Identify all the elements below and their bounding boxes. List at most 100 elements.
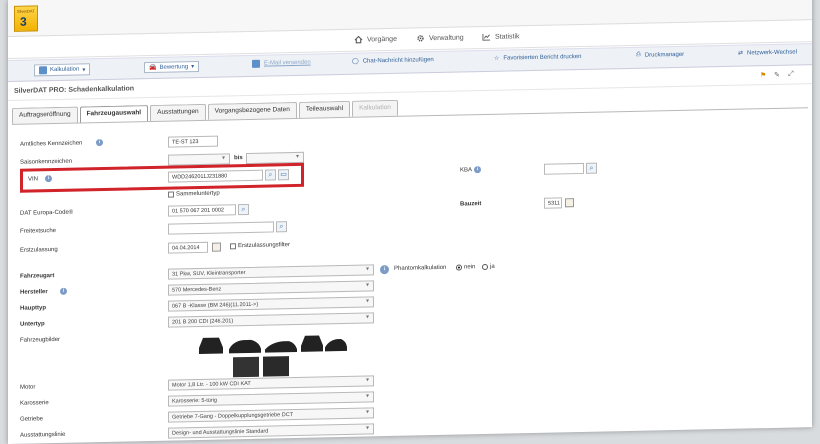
bauzeit-label: Bauzeit [460,201,482,208]
kalkulation-dropdown[interactable]: Kalkulation ▾ [34,63,91,77]
interior-image-1 [233,356,259,378]
vehicle-images[interactable] [197,331,347,380]
erstzulassung-label: Erstzulassung [20,246,58,254]
nav-verwaltung-label: Verwaltung [429,33,464,42]
tab-fahrzeugauswahl[interactable]: Fahrzeugauswahl [79,105,149,123]
chat-icon: ◯ [352,58,359,65]
switch-label: Netzwerk-Wechsel [747,48,797,57]
info-icon[interactable]: i [60,287,67,295]
star-icon: ☆ [494,55,500,62]
mail-button[interactable]: E-Mail versenden [252,59,311,68]
switch-arrows-icon: ⇄ [738,50,744,57]
saison-label: Saisonkennzeichen [20,158,73,166]
phantom-ja-label: ja [490,263,495,270]
calendar-icon[interactable] [212,242,221,252]
saison-bis-label: bis [234,155,243,162]
untertyp-label: Untertyp [20,321,45,328]
tab-auftragseroeffnung[interactable]: Auftragseröffnung [12,106,78,124]
phantom-label: Phantomkalkulation [394,264,447,272]
nav-statistik-label: Statistik [495,32,520,41]
print-button[interactable]: ⎙ Druckmanager [636,51,684,59]
tab-vorgangsbezogene-daten[interactable]: Vorgangsbezogene Daten [207,101,297,120]
motor-label: Motor [20,384,36,391]
phantom-nein-label: nein [464,264,476,271]
haupttyp-label: Haupttyp [20,305,46,312]
calculator-icon [39,66,47,75]
search-icon[interactable]: ⌕ [238,203,249,216]
mail-icon [252,59,260,68]
car-front-image [199,337,223,354]
chart-icon [482,33,491,41]
datcode-label: DAT Europa-Code® [20,209,74,217]
ausstattungslinie-select[interactable]: Design- und Ausstattungslinie Standard [168,423,374,439]
untertyp-select[interactable]: 201 B 200 CDI (246.201) [168,312,374,328]
car-rear-image [301,335,323,352]
favorites-label: Favorisierten Bericht drucken [503,53,582,62]
erstzulassung-input[interactable]: 04.04.2014 [168,241,208,254]
fahrzeugbilder-label: Fahrzeugbilder [20,336,61,344]
chat-label: Chat-Nachricht hinzufügen [362,56,434,65]
mail-label: E-Mail versenden [264,59,311,67]
nav-vorgaenge-label: Vorgänge [367,35,397,43]
sammeluntertyp-label: Sammeluntertyp [176,190,220,198]
info-icon[interactable]: i [474,166,481,174]
vin-highlight-frame [20,162,304,193]
car-side-image-2 [265,341,297,353]
logo-number: 3 [20,14,27,29]
fahrzeugart-select[interactable]: 31 Pkw, SUV, Kleintransporter [168,264,374,280]
search-icon[interactable]: ⌕ [276,221,287,233]
logo-text: SilverDAT [17,8,35,14]
ausstattungslinie-label: Ausstattungslinie [20,431,66,439]
gear-icon [417,35,424,42]
tab-teileauswahl[interactable]: Teileauswahl [298,100,351,118]
car-icon: 🚘 [149,64,157,72]
erstzulassungsfilter-label: Erstzulassungsfilter [238,242,291,250]
kennzeichen-input[interactable]: TE-ST 123 [168,135,218,148]
flag-icon[interactable]: ⚑ [760,71,768,79]
silverdat-logo[interactable]: SilverDAT 3 [14,5,38,32]
info-icon[interactable]: i [96,139,103,147]
title-tools: ⚑ ✎ ⤢ [760,70,796,80]
car-side-image-3 [325,339,347,352]
erstzulassungsfilter-checkbox[interactable] [230,243,236,250]
bewertung-label: Bewertung [159,63,189,71]
haupttyp-select[interactable]: 067 B -Klasse (BM 246)(11.2011->) [168,296,374,312]
nav-statistik[interactable]: Statistik [482,32,520,41]
calendar-icon[interactable] [565,198,574,208]
chevron-down-icon: ▾ [82,66,86,73]
fahrzeugart-label: Fahrzeugart [20,273,55,280]
nav-verwaltung[interactable]: Verwaltung [416,33,464,42]
switch-button[interactable]: ⇄ Netzwerk-Wechsel [738,48,797,57]
pin-icon[interactable]: ✎ [774,71,782,79]
chat-button[interactable]: ◯ Chat-Nachricht hinzufügen [352,56,434,65]
bewertung-dropdown[interactable]: 🚘 Bewertung ▾ [144,60,200,74]
phantom-ja-radio[interactable] [482,263,488,271]
getriebe-label: Getriebe [20,416,44,423]
chevron-down-icon: ▾ [191,64,195,71]
nav-vorgaenge[interactable]: Vorgänge [354,35,397,44]
hersteller-label: Hersteller [20,289,48,296]
expand-icon[interactable]: ⤢ [788,70,796,78]
freitext-label: Freitextsuche [20,227,57,235]
app-window: SilverDAT 3 Vorgänge Verwaltung Statisti… [8,0,812,444]
phantom-nein-radio[interactable] [456,264,462,271]
interior-image-2 [263,356,289,377]
datcode-input[interactable]: 01 570 067 201 0002 [168,204,236,217]
getriebe-select[interactable]: Getriebe 7-Gang - Doppelkupplungsgetrieb… [168,407,374,423]
freitext-input[interactable] [168,221,274,235]
sammeluntertyp-checkbox[interactable] [168,191,174,198]
karosserie-label: Karosserie [20,400,49,407]
kba-label: KBA [460,167,473,174]
page-title: SilverDAT PRO: Schadenkalkulation [14,85,135,95]
favorites-button[interactable]: ☆ Favorisierten Bericht drucken [494,53,582,62]
tab-ausstattungen[interactable]: Ausstattungen [150,103,206,122]
info-icon[interactable]: i [380,265,389,275]
search-icon[interactable]: ⌕ [586,162,597,174]
bauzeit-input[interactable]: 5311 [544,197,562,209]
kennzeichen-label: Amtliches Kennzeichen [20,140,83,148]
tab-kalkulation: Kalkulation [352,99,398,117]
karosserie-select[interactable]: Karosserie: 5-türig [168,391,374,407]
print-label: Druckmanager [644,51,685,59]
hersteller-select[interactable]: 570 Mercedes-Benz [168,280,374,296]
kba-input[interactable] [544,162,584,175]
